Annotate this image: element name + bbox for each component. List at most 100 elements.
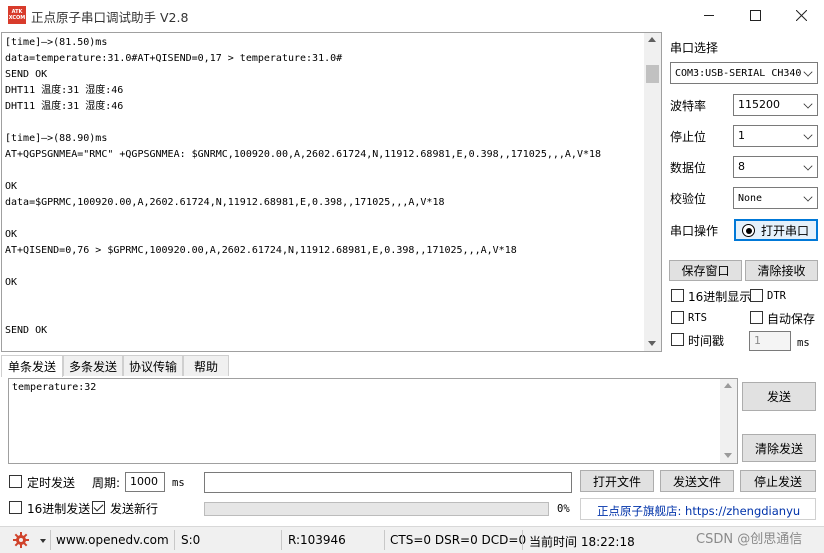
title-bar: ATK XCOM 正点原子串口调试助手 V2.8 [0,0,824,31]
stop-bits-select[interactable]: 1 [733,125,818,147]
tab-bar: 单条发送 多条发送 协议传输 帮助 [1,355,662,377]
gear-icon[interactable] [13,532,29,551]
scroll-up-icon[interactable] [724,383,732,388]
timed-send-checkbox[interactable] [9,475,22,488]
open-port-label: 打开串口 [760,223,809,238]
receive-line: data=temperature:31.0#AT+QISEND=0,17 > t… [5,53,343,64]
maximize-icon [749,10,761,21]
stop-send-button[interactable]: 停止发送 [740,470,816,492]
receive-line: OK [5,277,18,288]
maximize-button[interactable] [732,0,778,31]
hex-send-label: 16进制发送 [27,502,91,516]
timestamp-unit: ms [797,337,810,349]
progress-text: 0% [557,503,570,515]
timestamp-checkbox[interactable] [671,333,684,346]
minimize-button[interactable] [686,0,732,31]
receive-scrollbar[interactable] [644,33,661,351]
tab-protocol[interactable]: 协议传输 [123,355,183,376]
auto-save-label: 自动保存 [767,312,816,326]
clear-send-button[interactable]: 清除发送 [742,434,816,462]
hex-send-checkbox[interactable] [9,501,22,514]
close-button[interactable] [778,0,824,31]
period-label: 周期: [92,476,121,490]
send-textarea[interactable]: temperature:32 [8,378,738,464]
baud-value: 115200 [738,98,780,111]
line-status: CTS=0 DSR=0 DCD=0 [390,533,527,547]
send-newline-label: 发送新行 [110,502,159,516]
send-file-button[interactable]: 发送文件 [660,470,734,492]
clear-receive-button[interactable]: 清除接收 [745,260,818,281]
send-newline-checkbox[interactable] [92,501,105,514]
receive-line: AT+QISEND=0,76 > $GPRMC,100920.00,A,2602… [5,245,517,256]
receive-line: [time]—>(88.90)ms [5,133,108,144]
period-unit: ms [172,477,185,489]
parity-select[interactable]: None [733,187,818,209]
period-input[interactable]: 1000 [125,472,165,492]
hex-display-checkbox[interactable] [671,289,684,302]
chevron-down-icon [803,161,813,171]
window-title: 正点原子串口调试助手 V2.8 [31,10,189,25]
open-port-button[interactable]: 打开串口 [734,219,818,241]
rts-label: RTS [688,312,707,324]
save-window-button[interactable]: 保存窗口 [669,260,742,281]
send-text: temperature:32 [12,382,97,393]
receive-line: OK [5,181,18,192]
port-select[interactable]: COM3:USB-SERIAL CH340 [670,62,818,84]
data-bits-label: 数据位 [670,161,707,175]
parity-value: None [738,193,763,204]
open-file-button[interactable]: 打开文件 [580,470,654,492]
receive-line [5,115,641,131]
scroll-thumb[interactable] [646,65,659,83]
store-link[interactable]: 正点原子旗舰店: https://zhengdianyu [580,498,816,520]
minimize-icon [703,15,714,16]
send-scrollbar[interactable] [720,379,737,463]
timestamp-input[interactable]: 1 [749,331,791,351]
current-time: 当前时间 18:22:18 [529,535,635,549]
receive-line [5,163,641,179]
receive-line [5,307,641,323]
scroll-up-icon[interactable] [648,37,656,42]
send-button[interactable]: 发送 [742,382,816,411]
received-count: R:103946 [288,533,346,547]
receive-line [5,291,641,307]
receive-line: SEND OK [5,69,48,80]
chevron-down-icon [803,192,813,202]
website-link[interactable]: www.openedv.com [56,533,169,547]
receive-line: DHT11 温度:31 湿度:46 [5,101,124,112]
radio-indicator-icon [742,224,755,237]
timestamp-label: 时间戳 [688,334,725,348]
port-operation-label: 串口操作 [670,224,719,238]
port-value: COM3:USB-SERIAL CH340 [675,68,802,79]
chevron-down-icon[interactable] [40,539,46,543]
receive-line: AT+QGPSGNMEA="RMC" +QGPSGNMEA: $GNRMC,10… [5,149,602,160]
receive-line: [time]—>(81.50)ms [5,37,108,48]
hex-display-label: 16进制显示 [688,290,752,304]
port-label: 串口选择 [670,41,719,55]
chevron-down-icon [803,130,813,140]
auto-save-checkbox[interactable] [750,311,763,324]
baud-select[interactable]: 115200 [733,94,818,116]
receive-line: DHT11 温度:31 湿度:46 [5,85,124,96]
data-bits-select[interactable]: 8 [733,156,818,178]
sent-count: S:0 [181,533,201,547]
chevron-down-icon [803,99,813,109]
receive-line: data=$GPRMC,100920.00,A,2602.61724,N,119… [5,197,445,208]
data-bits-value: 8 [738,160,745,173]
rts-checkbox[interactable] [671,311,684,324]
app-logo-icon: ATK XCOM [8,6,26,24]
tab-multi-send[interactable]: 多条发送 [63,355,123,376]
receive-line [5,211,641,227]
stop-bits-label: 停止位 [670,130,707,144]
tab-single-send[interactable]: 单条发送 [1,355,63,377]
send-progress-bar [204,502,549,516]
scroll-down-icon[interactable] [648,341,656,346]
receive-textarea[interactable]: [time]—>(81.50)ms data=temperature:31.0#A… [1,32,662,352]
tab-help[interactable]: 帮助 [183,355,229,376]
file-path-input[interactable] [204,472,572,493]
watermark: CSDN @创思通信 [696,532,803,547]
stop-bits-value: 1 [738,129,745,142]
scroll-down-icon[interactable] [724,453,732,458]
dtr-checkbox[interactable] [750,289,763,302]
timed-send-label: 定时发送 [27,476,76,490]
close-icon [795,10,807,21]
